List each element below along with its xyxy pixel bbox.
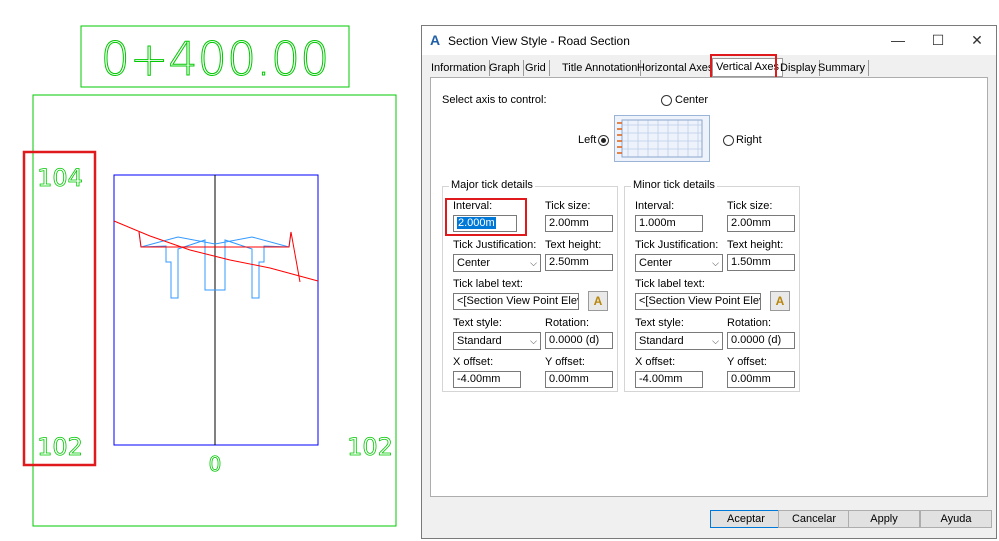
major-rotation-field[interactable]: 0.0000 (d)	[545, 332, 613, 349]
chevron-down-icon: ⌵	[712, 336, 719, 346]
left-axis-label-top: 104	[37, 164, 83, 192]
left-axis-radio[interactable]	[598, 135, 609, 146]
major-text-style-value: Standard	[457, 335, 502, 347]
minor-text-style-select[interactable]: Standard ⌵	[635, 332, 723, 350]
tab-title-annotation[interactable]: Title Annotation	[559, 60, 642, 76]
center-axis-label: Center	[675, 94, 709, 106]
chevron-down-icon: ⌵	[530, 258, 537, 268]
minor-justification-select[interactable]: Center ⌵	[635, 254, 723, 272]
major-text-height-field[interactable]: 2.50mm	[545, 254, 613, 271]
autocad-icon: A	[430, 32, 441, 48]
existing-ground-line	[113, 220, 319, 282]
minor-justification-label: Tick Justification:	[635, 239, 719, 251]
minor-text-style-value: Standard	[639, 335, 684, 347]
dialog-title: Section View Style - Road Section	[448, 34, 630, 48]
minor-justification-value: Center	[639, 257, 673, 269]
left-axis-label: Left	[578, 134, 597, 146]
minor-y-offset-label: Y offset:	[727, 356, 767, 368]
tab-grid[interactable]: Grid	[522, 60, 550, 76]
major-text-style-select[interactable]: Standard ⌵	[453, 332, 541, 350]
cad-drawing: 0+400.00 104 102 102 0	[22, 25, 397, 527]
offset-axis-label-center: 0	[209, 452, 222, 476]
major-label-text-editor-icon[interactable]: A	[588, 291, 608, 311]
cancel-button[interactable]: Cancelar	[778, 510, 850, 528]
apply-button[interactable]: Apply	[848, 510, 920, 528]
minor-text-height-label: Text height:	[727, 239, 784, 251]
major-label-text-field[interactable]: <[Section View Point Elevatio	[453, 293, 579, 310]
select-axis-label: Select axis to control:	[442, 94, 547, 106]
minor-rotation-field[interactable]: 0.0000 (d)	[727, 332, 795, 349]
major-justification-select[interactable]: Center ⌵	[453, 254, 541, 272]
left-axis-label-bottom: 102	[37, 433, 83, 461]
minor-label-text-editor-icon[interactable]: A	[770, 291, 790, 311]
major-x-offset-label: X offset:	[453, 356, 494, 368]
axis-preview-grid	[614, 115, 710, 162]
minor-text-height-field[interactable]: 1.50mm	[727, 254, 795, 271]
minor-label-text-label: Tick label text:	[635, 278, 705, 290]
major-text-height-label: Text height:	[545, 239, 602, 251]
station-label: 0+400.00	[101, 32, 330, 86]
major-tick-size-field[interactable]: 2.00mm	[545, 215, 613, 232]
major-y-offset-label: Y offset:	[545, 356, 585, 368]
help-button[interactable]: Ayuda	[920, 510, 992, 528]
major-x-offset-field[interactable]: -4.00mm	[453, 371, 521, 388]
vertical-axes-panel: Select axis to control: Center Left Righ…	[430, 77, 988, 497]
maximize-button[interactable]: ☐	[918, 26, 958, 55]
minor-y-offset-field[interactable]: 0.00mm	[727, 371, 795, 388]
major-interval-highlight	[445, 198, 527, 236]
minor-text-style-label: Text style:	[635, 317, 684, 329]
minor-x-offset-field[interactable]: -4.00mm	[635, 371, 703, 388]
major-tick-size-label: Tick size:	[545, 200, 591, 212]
tab-graph[interactable]: Graph	[486, 60, 524, 76]
minor-interval-label: Interval:	[635, 200, 675, 212]
tab-summary[interactable]: Summary	[815, 60, 870, 76]
center-axis-radio[interactable]	[661, 95, 672, 106]
right-axis-option-label: Right	[736, 134, 762, 146]
major-text-style-label: Text style:	[453, 317, 502, 329]
left-axis-highlight	[22, 150, 97, 467]
chevron-down-icon: ⌵	[712, 258, 719, 268]
minor-tick-size-field[interactable]: 2.00mm	[727, 215, 795, 232]
right-axis-label-bottom: 102	[347, 433, 393, 461]
minor-tick-details-group: Minor tick details Interval: 1.000m Tick…	[624, 179, 800, 392]
minimize-button[interactable]: —	[878, 26, 918, 55]
major-y-offset-field[interactable]: 0.00mm	[545, 371, 613, 388]
major-rotation-label: Rotation:	[545, 317, 590, 329]
right-axis-radio[interactable]	[723, 135, 734, 146]
minor-label-text-field[interactable]: <[Section View Point Elevatio	[635, 293, 761, 310]
tab-information[interactable]: Information	[428, 60, 491, 76]
tab-display[interactable]: Display	[777, 60, 821, 76]
tab-horizontal-axes[interactable]: Horizontal Axes	[634, 60, 718, 76]
major-label-text-label: Tick label text:	[453, 278, 523, 290]
minor-rotation-label: Rotation:	[727, 317, 772, 329]
minor-interval-field[interactable]: 1.000m	[635, 215, 703, 232]
chevron-down-icon: ⌵	[530, 336, 537, 346]
ok-button[interactable]: Aceptar	[710, 510, 782, 528]
section-view-style-dialog: A Section View Style - Road Section — ☐ …	[421, 25, 997, 539]
title-bar: A Section View Style - Road Section — ☐ …	[422, 26, 996, 55]
major-justification-label: Tick Justification:	[453, 239, 537, 251]
major-tick-details-caption: Major tick details	[449, 179, 535, 191]
minor-tick-size-label: Tick size:	[727, 200, 773, 212]
minor-tick-details-caption: Minor tick details	[631, 179, 717, 191]
section-grid	[113, 174, 319, 446]
close-button[interactable]: ✕	[957, 26, 997, 55]
major-justification-value: Center	[457, 257, 491, 269]
minor-x-offset-label: X offset:	[635, 356, 676, 368]
